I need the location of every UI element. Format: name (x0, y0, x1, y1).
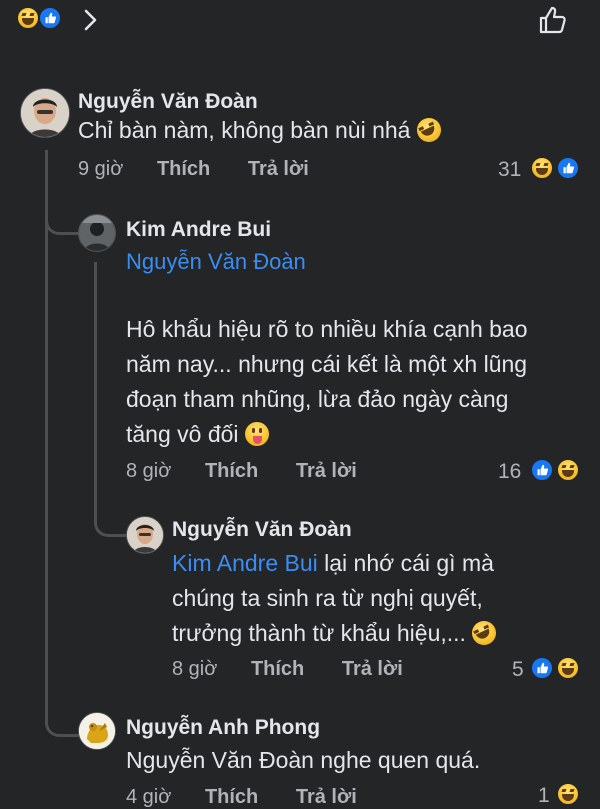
reaction-count[interactable]: 1 (538, 784, 550, 808)
tongue-emoji-icon (244, 422, 269, 446)
avatar[interactable] (20, 88, 70, 138)
mention-link[interactable]: Kim Andre Bui (172, 550, 318, 576)
haha-icon (16, 6, 40, 30)
reaction-count[interactable]: 31 (498, 158, 521, 182)
reply-action[interactable]: Trả lời (248, 158, 309, 180)
like-icon (556, 156, 580, 180)
header-reactions[interactable] (16, 6, 72, 32)
comment-author[interactable]: Nguyễn Văn Đoàn (172, 518, 352, 542)
avatar[interactable] (126, 516, 164, 554)
avatar[interactable] (78, 712, 116, 750)
comment-text-line-last: trưởng thành từ khẩu hiệu,... (172, 616, 501, 651)
reply-action[interactable]: Trả lời (296, 786, 357, 808)
mention-link[interactable]: Nguyễn Văn Đoàn (126, 244, 306, 279)
comment-text-line: đoạn tham nhũng, lừa đảo ngày càng (126, 386, 509, 412)
thread-line (45, 150, 48, 725)
thread-connector (45, 690, 82, 737)
comment-text: Nguyễn Văn Đoàn nghe quen quá. (126, 747, 481, 773)
chevron-right-icon[interactable] (80, 8, 100, 32)
comment-time: 8 giờ (172, 658, 218, 680)
comment-time: 4 giờ (126, 786, 172, 808)
comment-text-line: chúng ta sinh ra từ nghị quyết, (172, 585, 483, 611)
comment-time: 8 giờ (126, 460, 172, 482)
haha-icon (556, 458, 580, 482)
comment-text-line-first: Kim Andre Bui lại nhớ cái gì mà (172, 546, 494, 581)
comment-text-line: năm nay... nhưng cái kết là một xh lũng (126, 351, 528, 377)
reaction-count[interactable]: 16 (498, 460, 521, 484)
reaction-count[interactable]: 5 (512, 658, 524, 682)
thread-line (94, 262, 97, 522)
comment-meta: 9 giờ Thích Trả lời (78, 158, 309, 181)
comment-meta: 8 giờ Thích Trả lời (172, 658, 403, 681)
reply-action[interactable]: Trả lời (296, 460, 357, 482)
like-icon (530, 458, 554, 482)
haha-icon (530, 156, 554, 180)
comment-author[interactable]: Kim Andre Bui (126, 218, 271, 242)
reply-action[interactable]: Trả lời (342, 658, 403, 680)
comment-meta: 4 giờ Thích Trả lời (126, 786, 357, 809)
rofl-emoji-icon (412, 114, 445, 146)
comment-text: Chỉ bàn nàm, không bàn nùi nhá (78, 113, 445, 148)
like-action[interactable]: Thích (205, 460, 258, 482)
like-icon (530, 656, 554, 680)
avatar[interactable] (78, 214, 116, 252)
comment-author[interactable]: Nguyễn Anh Phong (126, 716, 320, 740)
comment-text-line: Hô khẩu hiệu rõ to nhiều khía cạnh bao (126, 316, 528, 342)
header-bar (0, 0, 600, 40)
like-action[interactable]: Thích (157, 158, 210, 180)
like-action[interactable]: Thích (251, 658, 304, 680)
haha-icon (556, 656, 580, 680)
like-icon (38, 6, 62, 30)
comment-text-content: trưởng thành từ khẩu hiệu,... (172, 620, 466, 646)
rofl-emoji-icon (468, 617, 501, 649)
comment-time: 9 giờ (78, 158, 124, 180)
comment-author[interactable]: Nguyễn Văn Đoàn (78, 90, 258, 114)
thread-connector (94, 490, 129, 537)
comment-text-content: tăng vô đối (126, 421, 239, 447)
haha-icon (556, 782, 580, 806)
comment-meta: 8 giờ Thích Trả lời (126, 460, 357, 483)
comment-text-content: Chỉ bàn nàm, không bàn nùi nhá (78, 117, 411, 143)
comment-text-line-last: tăng vô đối (126, 417, 269, 452)
comment-text-content: lại nhớ cái gì mà (317, 550, 494, 576)
thread-connector (45, 190, 82, 235)
like-action[interactable]: Thích (205, 786, 258, 808)
thumbs-up-outline-icon[interactable] (537, 4, 569, 36)
